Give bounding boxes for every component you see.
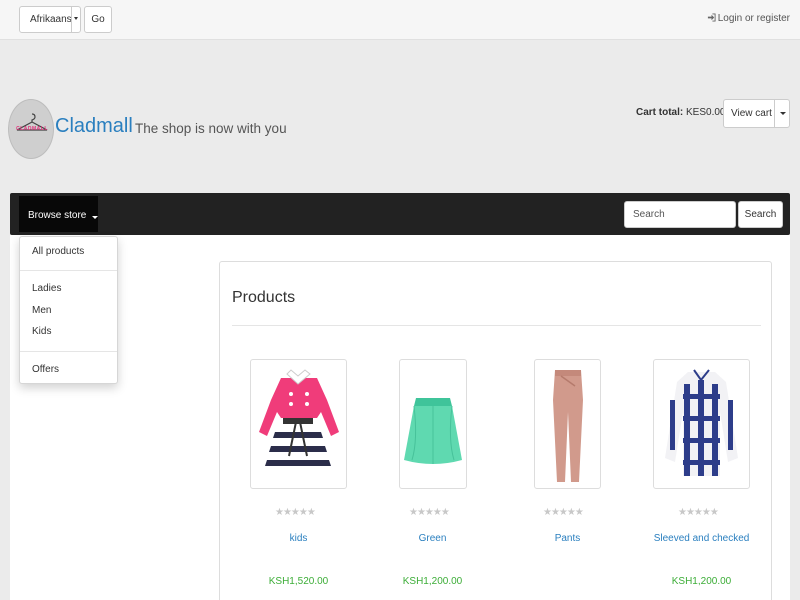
go-button[interactable]: Go <box>84 6 112 33</box>
product-image-pants[interactable] <box>534 359 601 489</box>
rating-stars: ★★★★★ <box>409 507 450 518</box>
product-price: KSH1,200.00 <box>671 576 732 587</box>
product-link-green[interactable]: Green <box>384 533 481 544</box>
product-image-green[interactable] <box>399 359 467 489</box>
cart-total: Cart total: KES0.00 <box>636 107 726 118</box>
sign-in-icon <box>707 13 716 22</box>
browse-store-menu[interactable]: Browse store <box>19 196 98 232</box>
rating-stars: ★★★★★ <box>678 507 719 518</box>
product-price: KSH1,520.00 <box>268 576 329 587</box>
login-register-label: Login or register <box>717 13 790 24</box>
language-select[interactable]: Afrikaans <box>19 6 81 33</box>
view-cart-label: View cart <box>731 108 772 119</box>
product-link-pants[interactable]: Pants <box>519 533 616 544</box>
menu-item-all-products[interactable]: All products <box>32 246 84 257</box>
cart-total-value: KES0.00 <box>686 107 726 118</box>
top-bar: Afrikaans Go Login or register <box>0 0 800 40</box>
product-price: KSH1,200.00 <box>402 576 463 587</box>
divider <box>20 351 117 352</box>
login-register-link[interactable]: Login or register <box>707 13 790 24</box>
search-input[interactable] <box>624 201 736 228</box>
tagline: The shop is now with you <box>135 121 287 136</box>
browse-store-dropdown: All products Ladies Men Kids Offers <box>19 236 118 384</box>
main-navbar: Browse store Search <box>10 193 790 235</box>
divider <box>232 325 761 326</box>
logo-text: CLADMALL <box>16 126 48 132</box>
menu-item-ladies[interactable]: Ladies <box>32 283 61 294</box>
product-image-kids[interactable] <box>250 359 347 489</box>
brand-name[interactable]: Cladmall <box>55 115 133 138</box>
brand-logo[interactable]: CLADMALL <box>8 99 54 159</box>
search-button[interactable]: Search <box>738 201 783 228</box>
skirt-image <box>404 398 462 464</box>
page-title: Products <box>232 289 296 306</box>
divider <box>20 270 117 271</box>
product-image-sleeved-checked[interactable] <box>653 359 750 489</box>
menu-item-men[interactable]: Men <box>32 305 51 316</box>
menu-item-offers[interactable]: Offers <box>32 364 59 375</box>
dress-image <box>259 369 339 472</box>
cart-total-label: Cart total: <box>636 107 684 118</box>
pants-image <box>553 370 583 482</box>
language-select-value: Afrikaans <box>30 14 72 25</box>
rating-stars: ★★★★★ <box>543 507 584 518</box>
product-link-sleeved-checked[interactable]: Sleeved and checked <box>643 533 760 544</box>
view-cart-button[interactable]: View cart <box>723 99 790 128</box>
rating-stars: ★★★★★ <box>275 507 316 518</box>
product-link-kids[interactable]: kids <box>250 533 347 544</box>
menu-item-kids[interactable]: Kids <box>32 326 51 337</box>
chevron-down-icon[interactable] <box>774 100 789 127</box>
browse-store-label: Browse store <box>28 210 87 221</box>
shirt-image <box>665 369 738 476</box>
chevron-down-icon <box>92 216 98 219</box>
chevron-down-icon <box>71 7 80 32</box>
